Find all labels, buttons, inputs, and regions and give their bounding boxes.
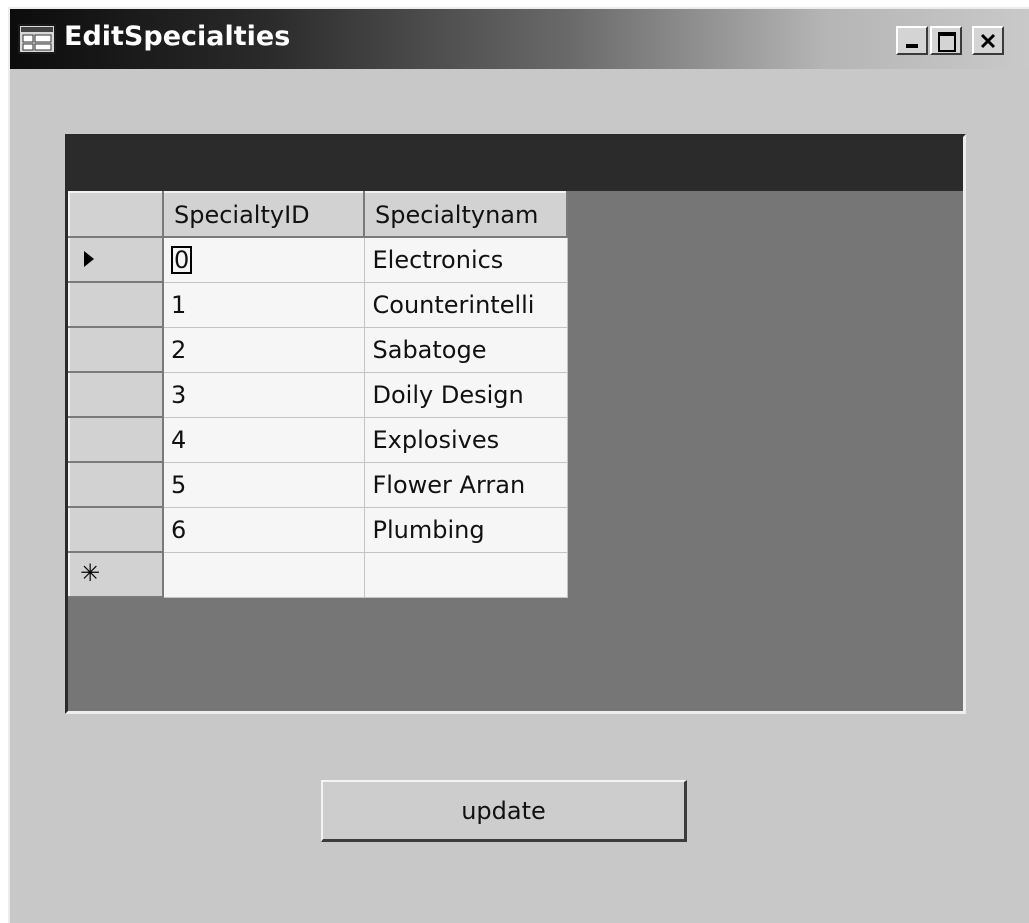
datagrid-caption-bar bbox=[68, 137, 963, 191]
table-row[interactable]: 3 Doily Design bbox=[68, 371, 568, 418]
cell-specialtyid[interactable]: 4 bbox=[162, 416, 365, 463]
cell-specialtyid[interactable]: 5 bbox=[162, 461, 365, 508]
cell-specialtyname[interactable]: Counterintelli bbox=[363, 281, 568, 328]
table-row[interactable]: 0 Electronics bbox=[68, 236, 568, 283]
maximize-button[interactable] bbox=[930, 26, 962, 55]
cell-specialtyname[interactable]: Doily Design bbox=[363, 371, 568, 418]
cell-specialtyname[interactable]: Explosives bbox=[363, 416, 568, 463]
cell-specialtyid[interactable]: 6 bbox=[162, 506, 365, 553]
header-row: SpecialtyID Specialtynam bbox=[68, 191, 568, 238]
cell-specialtyname[interactable]: Plumbing bbox=[363, 506, 568, 553]
table-row[interactable]: 1 Counterintelli bbox=[68, 281, 568, 328]
column-header-specialtyname[interactable]: Specialtynam bbox=[363, 191, 568, 238]
edit-specialties-window: EditSpecialties SpecialtyID Specialtynam… bbox=[8, 7, 1029, 923]
close-button[interactable] bbox=[972, 26, 1004, 55]
cell-specialtyname[interactable]: Flower Arran bbox=[363, 461, 568, 508]
row-header[interactable] bbox=[68, 371, 164, 418]
row-header[interactable] bbox=[68, 236, 164, 283]
cell-specialtyid[interactable]: 1 bbox=[162, 281, 365, 328]
table-row[interactable]: 5 Flower Arran bbox=[68, 461, 568, 508]
new-row-asterisk-icon: ✳ bbox=[80, 559, 101, 587]
specialties-datagrid[interactable]: SpecialtyID Specialtynam 0 Electronics 1… bbox=[65, 134, 966, 714]
cell-specialtyid[interactable]: 3 bbox=[162, 371, 365, 418]
cell-specialtyname[interactable]: Electronics bbox=[363, 236, 568, 283]
corner-header[interactable] bbox=[68, 191, 164, 238]
new-row-header[interactable]: ✳ bbox=[68, 551, 164, 598]
new-cell-specialtyname[interactable] bbox=[363, 551, 568, 598]
cell-specialtyid[interactable]: 2 bbox=[162, 326, 365, 373]
datagrid-table: SpecialtyID Specialtynam 0 Electronics 1… bbox=[68, 191, 568, 598]
cell-specialtyid[interactable]: 0 bbox=[162, 236, 365, 283]
minimize-button[interactable] bbox=[896, 26, 928, 55]
cell-specialtyname[interactable]: Sabatoge bbox=[363, 326, 568, 373]
table-row[interactable]: 2 Sabatoge bbox=[68, 326, 568, 373]
row-header[interactable] bbox=[68, 416, 164, 463]
window-title: EditSpecialties bbox=[64, 21, 291, 52]
row-header[interactable] bbox=[68, 506, 164, 553]
row-header[interactable] bbox=[68, 281, 164, 328]
table-row[interactable]: 4 Explosives bbox=[68, 416, 568, 463]
row-pointer-icon bbox=[84, 251, 94, 267]
new-cell-specialtyid[interactable] bbox=[162, 551, 365, 598]
row-header[interactable] bbox=[68, 326, 164, 373]
row-header[interactable] bbox=[68, 461, 164, 508]
new-row[interactable]: ✳ bbox=[68, 551, 568, 598]
cell-edit-caret[interactable]: 0 bbox=[171, 245, 193, 274]
table-row[interactable]: 6 Plumbing bbox=[68, 506, 568, 553]
window-app-icon[interactable] bbox=[18, 24, 56, 54]
column-header-specialtyid[interactable]: SpecialtyID bbox=[162, 191, 365, 238]
update-button[interactable]: update bbox=[321, 780, 687, 842]
title-bar[interactable]: EditSpecialties bbox=[10, 9, 1029, 69]
close-icon bbox=[980, 33, 996, 49]
